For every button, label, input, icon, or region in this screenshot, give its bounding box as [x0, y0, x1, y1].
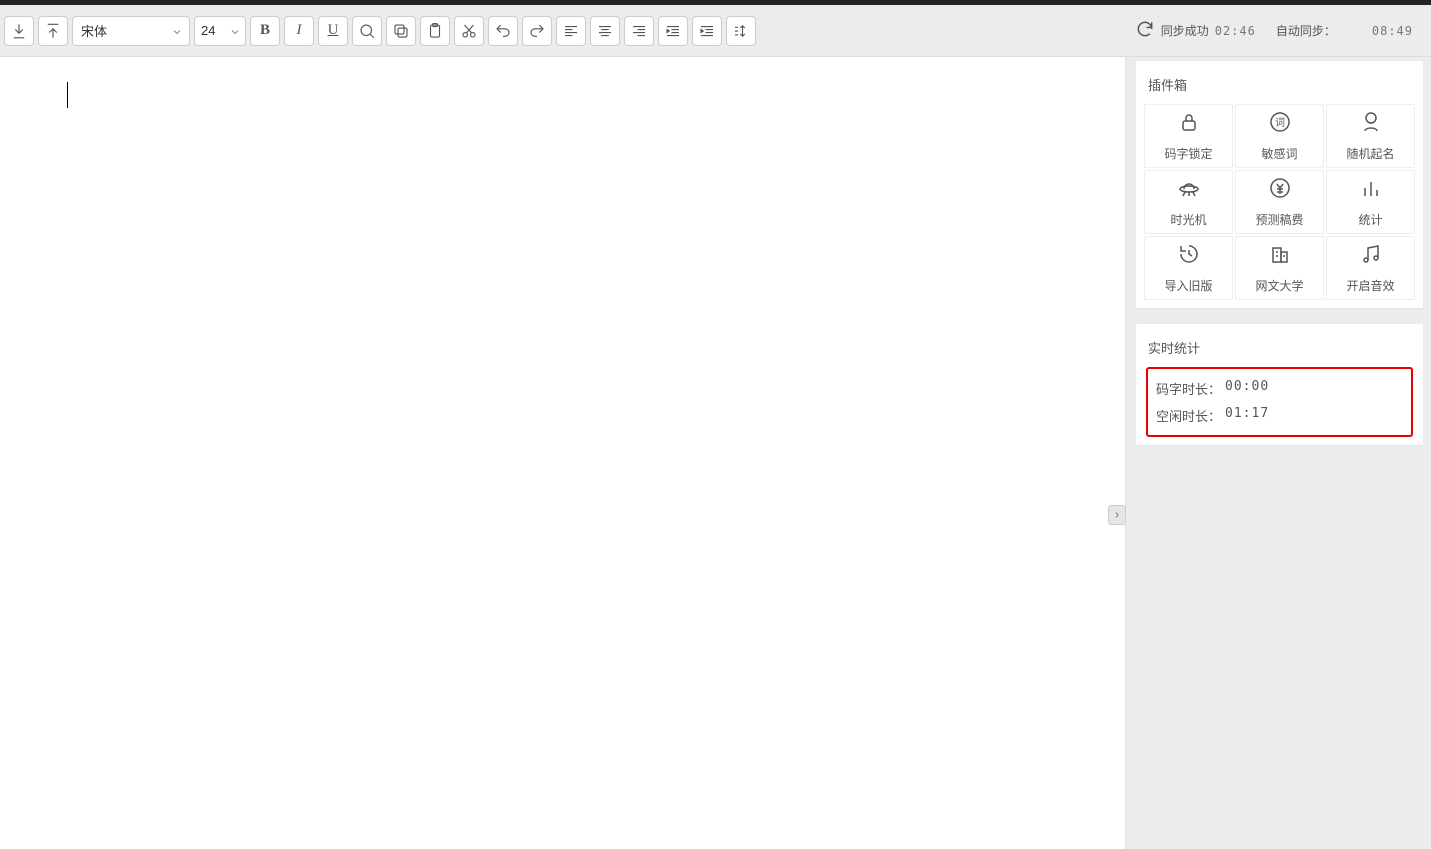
ufo-icon [1177, 176, 1201, 205]
history-icon [1177, 242, 1201, 271]
plugin-box-title: 插件箱 [1144, 69, 1415, 104]
idle-duration-label: 空闲时长： [1156, 406, 1221, 425]
font-size-value: 24 [201, 23, 215, 38]
typing-duration-label: 码字时长： [1156, 379, 1221, 398]
undo-button[interactable] [488, 16, 518, 46]
plugin-enable-sound[interactable]: 开启音效 [1326, 236, 1415, 300]
align-right-button[interactable] [624, 16, 654, 46]
plugin-label: 敏感词 [1261, 145, 1297, 162]
plugin-writing-university[interactable]: 网文大学 [1235, 236, 1324, 300]
copy-button[interactable] [386, 16, 416, 46]
clock-time: 08:49 [1372, 24, 1413, 38]
paste-button[interactable] [420, 16, 450, 46]
plugin-label: 开启音效 [1346, 277, 1394, 294]
font-size-select[interactable]: 24 [194, 16, 246, 46]
indent-decrease-button[interactable] [658, 16, 688, 46]
plugin-random-name[interactable]: 随机起名 [1326, 104, 1415, 168]
music-icon [1359, 242, 1383, 271]
font-family-select[interactable]: 宋体 [72, 16, 190, 46]
align-center-button[interactable] [590, 16, 620, 46]
lock-icon [1177, 110, 1201, 139]
italic-button[interactable]: I [284, 16, 314, 46]
align-left-button[interactable] [556, 16, 586, 46]
realtime-stats-panel: 实时统计 码字时长： 00:00 空闲时长： 01:17 [1136, 324, 1423, 445]
sync-status-area: 同步成功 02:46 自动同步： 08:49 [1135, 19, 1427, 42]
editor-wrap [0, 57, 1128, 849]
word-icon: 词 [1268, 110, 1292, 139]
plugin-grid: 码字锁定 词 敏感词 随机起名 时光机 预测稿费 [1144, 104, 1415, 300]
editor-toolbar: 宋体 24 B I U [0, 5, 1431, 57]
plugin-time-machine[interactable]: 时光机 [1144, 170, 1233, 234]
plugin-sensitive-words[interactable]: 词 敏感词 [1235, 104, 1324, 168]
person-icon [1359, 110, 1383, 139]
typing-duration-row: 码字时长： 00:00 [1156, 379, 1403, 398]
svg-text:词: 词 [1275, 117, 1285, 129]
plugin-predict-fee[interactable]: 预测稿费 [1235, 170, 1324, 234]
cut-button[interactable] [454, 16, 484, 46]
auto-sync-label: 自动同步： [1276, 22, 1336, 39]
right-sidebar: 插件箱 码字锁定 词 敏感词 随机起名 时光机 [1128, 57, 1431, 849]
yen-icon [1268, 176, 1292, 205]
redo-button[interactable] [522, 16, 552, 46]
export-button[interactable] [38, 16, 68, 46]
indent-increase-button[interactable] [692, 16, 722, 46]
underline-button[interactable]: U [318, 16, 348, 46]
idle-duration-value: 01:17 [1225, 406, 1269, 425]
plugin-box-panel: 插件箱 码字锁定 词 敏感词 随机起名 时光机 [1136, 61, 1423, 308]
stats-highlight-box: 码字时长： 00:00 空闲时长： 01:17 [1146, 367, 1413, 437]
plugin-label: 时光机 [1170, 211, 1206, 228]
next-chapter-button[interactable] [1108, 505, 1126, 525]
plugin-label: 预测稿费 [1255, 211, 1303, 228]
plugin-label: 统计 [1358, 211, 1382, 228]
text-cursor [67, 82, 68, 108]
chevron-down-icon [229, 26, 239, 36]
font-family-value: 宋体 [81, 21, 107, 40]
sync-icon[interactable] [1135, 19, 1155, 42]
plugin-lock-typing[interactable]: 码字锁定 [1144, 104, 1233, 168]
search-button[interactable] [352, 16, 382, 46]
plugin-statistics[interactable]: 统计 [1326, 170, 1415, 234]
idle-duration-row: 空闲时长： 01:17 [1156, 406, 1403, 425]
realtime-stats-title: 实时统计 [1144, 332, 1415, 367]
building-icon [1268, 242, 1292, 271]
paragraph-spacing-button[interactable] [726, 16, 756, 46]
bold-button[interactable]: B [250, 16, 280, 46]
bar-chart-icon [1359, 176, 1383, 205]
chevron-down-icon [171, 26, 181, 36]
main-area: 插件箱 码字锁定 词 敏感词 随机起名 时光机 [0, 57, 1431, 849]
sync-status-label: 同步成功 [1161, 22, 1209, 39]
last-sync-time: 02:46 [1215, 24, 1256, 38]
plugin-label: 导入旧版 [1164, 277, 1212, 294]
typing-duration-value: 00:00 [1225, 379, 1269, 398]
plugin-label: 码字锁定 [1164, 145, 1212, 162]
plugin-label: 网文大学 [1255, 277, 1303, 294]
plugin-label: 随机起名 [1346, 145, 1394, 162]
import-button[interactable] [4, 16, 34, 46]
plugin-import-legacy[interactable]: 导入旧版 [1144, 236, 1233, 300]
editor-page[interactable] [0, 57, 1126, 849]
